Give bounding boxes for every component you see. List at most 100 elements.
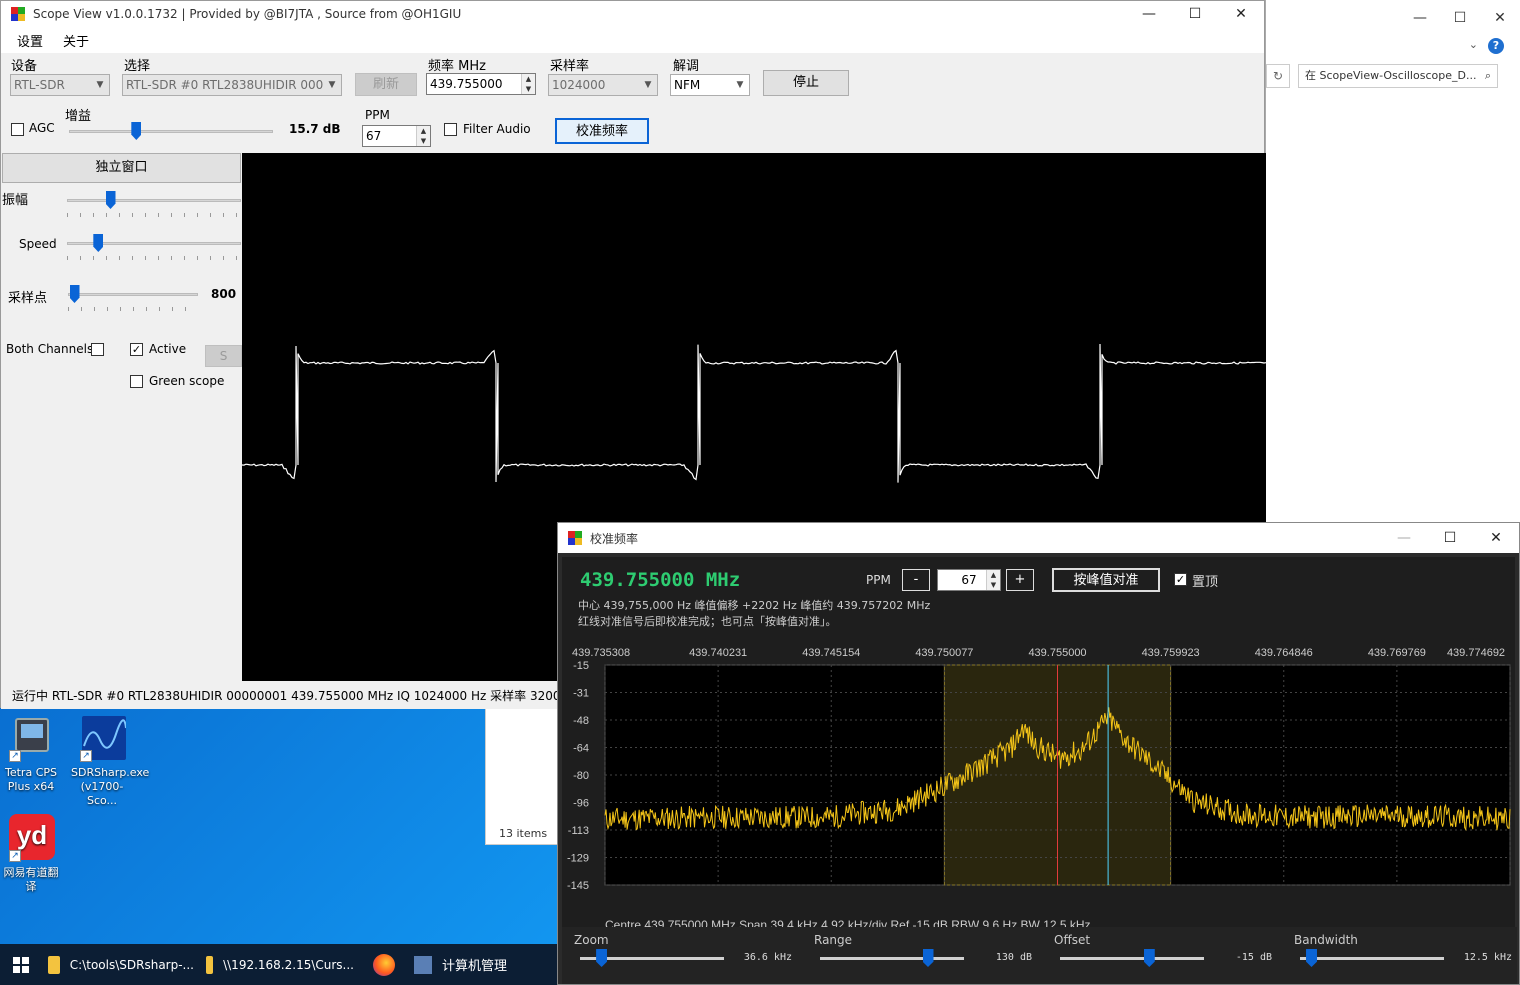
search-input[interactable]: 在 ScopeView-Oscilloscope_D... ⌕ bbox=[1298, 64, 1498, 88]
file-explorer-window: — ☐ ✕ ⌄ ? ↻ 在 ScopeView-Oscilloscope_D..… bbox=[1265, 0, 1520, 522]
refresh-icon[interactable]: ↻ bbox=[1266, 64, 1290, 88]
menu-about[interactable]: 关于 bbox=[53, 31, 99, 50]
refresh-button[interactable]: 刷新 bbox=[355, 73, 417, 96]
maximize-icon[interactable]: ☐ bbox=[1427, 530, 1473, 546]
samples-slider[interactable] bbox=[68, 285, 198, 311]
filter-audio-checkbox[interactable] bbox=[444, 123, 457, 136]
demod-label: 解调 bbox=[673, 59, 700, 74]
menu-settings[interactable]: 设置 bbox=[7, 31, 53, 50]
ppm-increment-button[interactable]: + bbox=[1006, 569, 1034, 591]
green-scope-checkbox[interactable] bbox=[130, 375, 143, 388]
zoom-slider-thumb[interactable] bbox=[596, 949, 608, 967]
slider-thumb[interactable] bbox=[105, 191, 116, 209]
taskbar-item-firefox[interactable] bbox=[360, 944, 408, 985]
zoom-control[interactable]: Zoom 36.6 kHz bbox=[562, 927, 802, 984]
y-tick-label: -31 bbox=[573, 688, 589, 700]
desktop-icon-youdao[interactable]: yd ↗ 网易有道翻译 bbox=[0, 814, 62, 894]
zoom-value: 36.6 kHz bbox=[743, 952, 792, 963]
spin-arrows-icon[interactable]: ▲ ▼ bbox=[986, 570, 1000, 590]
calibrate-button[interactable]: 校准频率 bbox=[555, 118, 649, 144]
taskbar-item-sdrsharp-folder[interactable]: C:\tools\SDRsharp-... bbox=[42, 944, 200, 985]
device-select[interactable]: RTL-SDR ▼ bbox=[10, 74, 110, 96]
offset-slider-thumb[interactable] bbox=[1143, 949, 1155, 967]
demod-select[interactable]: NFM ▼ bbox=[670, 74, 750, 96]
calib-body: 439.755000 MHz PPM - 67 ▲ ▼ + 按峰值对准 ✓ 置顶 中… bbox=[562, 557, 1515, 949]
pin-top-checkbox[interactable]: ✓ bbox=[1174, 573, 1187, 586]
calib-window-title: 校准频率 bbox=[590, 531, 639, 546]
app-icon bbox=[568, 531, 582, 545]
shortcut-arrow-icon: ↗ bbox=[80, 750, 92, 762]
bandwidth-slider-thumb[interactable] bbox=[1306, 949, 1318, 967]
spin-arrows-icon[interactable]: ▲ ▼ bbox=[416, 126, 430, 146]
green-scope-label: Green scope bbox=[149, 374, 225, 388]
peak-align-button[interactable]: 按峰值对准 bbox=[1052, 568, 1160, 592]
slider-thumb[interactable] bbox=[131, 122, 142, 140]
x-tick-label: 439.740231 bbox=[689, 647, 747, 659]
bandwidth-control[interactable]: Bandwidth 12.5 kHz bbox=[1282, 927, 1520, 984]
y-tick-label: -145 bbox=[567, 880, 589, 892]
slider-thumb[interactable] bbox=[93, 234, 104, 252]
agc-checkbox[interactable] bbox=[11, 123, 24, 136]
stop-button[interactable]: 停止 bbox=[763, 70, 849, 96]
computer-management-icon bbox=[414, 955, 432, 974]
waveform-trace bbox=[242, 343, 1266, 483]
gain-value: 15.7 dB bbox=[289, 122, 341, 136]
desktop-icon-label: 网易有道翻译 bbox=[3, 866, 59, 893]
y-tick-label: -80 bbox=[573, 770, 589, 782]
ppm-input[interactable]: 67 ▲ ▼ bbox=[362, 125, 431, 147]
maximize-icon[interactable]: ☐ bbox=[1172, 6, 1218, 22]
ppm-decrement-button[interactable]: - bbox=[902, 569, 930, 591]
x-tick-label: 439.735308 bbox=[572, 647, 630, 659]
both-channels-label: Both Channels bbox=[6, 342, 94, 356]
close-icon[interactable]: ✕ bbox=[1480, 10, 1520, 26]
calib-ppm-input[interactable]: 67 ▲ ▼ bbox=[937, 569, 1001, 591]
maximize-icon[interactable]: ☐ bbox=[1440, 10, 1480, 26]
taskbar-item-computer-management[interactable]: 计算机管理 bbox=[408, 944, 548, 985]
range-slider-thumb[interactable] bbox=[922, 949, 934, 967]
tetra-app-icon: ↗ bbox=[7, 714, 55, 762]
range-control[interactable]: Range 130 dB bbox=[802, 927, 1042, 984]
spectrum-chart[interactable]: 439.735308 439.740231 439.745154 439.750077… bbox=[562, 647, 1515, 937]
slider-thumb[interactable] bbox=[69, 285, 80, 303]
spin-arrows-icon[interactable]: ▲ ▼ bbox=[521, 74, 535, 94]
taskbar-item-network-folder[interactable]: \\192.168.2.15\Curs... bbox=[200, 944, 360, 985]
gain-slider[interactable] bbox=[69, 122, 273, 142]
active-checkbox[interactable]: ✓ bbox=[130, 343, 143, 356]
desktop-icon-sdrsharp[interactable]: ↗ SDRSharp.exe (v1700-Sco... bbox=[71, 714, 149, 808]
speed-slider[interactable] bbox=[67, 234, 241, 260]
amplitude-slider[interactable] bbox=[67, 191, 241, 217]
both-channels-checkbox[interactable] bbox=[91, 343, 104, 356]
minimize-icon[interactable]: — bbox=[1381, 530, 1427, 546]
calib-bottom-controls: Zoom 36.6 kHz Range 130 dB Offset -15 dB… bbox=[562, 927, 1517, 984]
frequency-input[interactable]: 439.755000 ▲ ▼ bbox=[426, 73, 536, 95]
s-button[interactable]: S bbox=[205, 345, 242, 367]
shortcut-arrow-icon: ↗ bbox=[9, 750, 21, 762]
samplerate-select[interactable]: 1024000 ▼ bbox=[548, 74, 658, 96]
detach-window-button[interactable]: 独立窗口 bbox=[2, 153, 241, 183]
range-label: Range bbox=[814, 933, 853, 947]
x-tick-label: 439.745154 bbox=[802, 647, 860, 659]
search-icon: ⌕ bbox=[1484, 69, 1491, 82]
status-bar: 运行中 RTL-SDR #0 RTL2838UHIDIR 00000001 43… bbox=[1, 683, 557, 709]
x-tick-label: 439.755000 bbox=[1028, 647, 1086, 659]
minimize-icon[interactable]: — bbox=[1400, 10, 1440, 26]
start-button[interactable] bbox=[0, 944, 42, 985]
close-icon[interactable]: ✕ bbox=[1473, 530, 1519, 546]
shortcut-arrow-icon: ↗ bbox=[9, 850, 21, 862]
items-count: 13 items bbox=[499, 827, 548, 840]
receiver-select[interactable]: RTL-SDR #0 RTL2838UHIDIR 00000001 ▼ bbox=[122, 74, 342, 96]
help-icon[interactable]: ? bbox=[1488, 38, 1504, 54]
y-tick-label: -48 bbox=[573, 715, 589, 727]
chevron-down-icon: ▼ bbox=[91, 75, 109, 95]
offset-control[interactable]: Offset -15 dB bbox=[1042, 927, 1282, 984]
windows-logo-icon bbox=[13, 956, 29, 973]
chevron-down-icon[interactable]: ⌄ bbox=[1469, 38, 1478, 51]
x-tick-label: 439.750077 bbox=[915, 647, 973, 659]
close-icon[interactable]: ✕ bbox=[1218, 6, 1264, 22]
bandwidth-value: 12.5 kHz bbox=[1463, 952, 1512, 963]
calib-info-line1: 中心 439,755,000 Hz 峰值偏移 +2202 Hz 峰值约 439.… bbox=[578, 599, 931, 612]
minimize-icon[interactable]: — bbox=[1126, 6, 1172, 22]
desktop-icon-tetra[interactable]: ↗ Tetra CPS Plus x64 bbox=[0, 714, 62, 794]
menu-bar: 设置 关于 bbox=[1, 27, 1264, 53]
chevron-down-icon: ▼ bbox=[731, 75, 749, 95]
